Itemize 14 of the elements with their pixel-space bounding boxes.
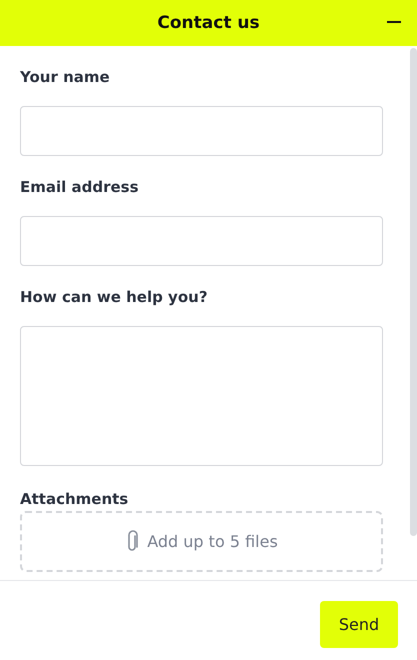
message-field[interactable] (20, 326, 383, 466)
send-button[interactable]: Send (320, 601, 398, 648)
field-label: How can we help you? (20, 288, 209, 306)
field-label: Your name (20, 68, 111, 86)
scrollbar-thumb[interactable] (410, 48, 417, 536)
window-title: Contact us (157, 13, 260, 33)
field-label: Email address (20, 178, 140, 196)
field-label: Attachments (20, 490, 130, 508)
input-field[interactable] (20, 216, 383, 266)
input-field[interactable] (20, 106, 383, 156)
attachment-hint: Add up to 5 files (147, 532, 278, 551)
paperclip-icon (125, 530, 140, 554)
attachment-dropzone[interactable]: Add up to 5 files (20, 511, 383, 572)
minimize-icon (387, 21, 401, 23)
